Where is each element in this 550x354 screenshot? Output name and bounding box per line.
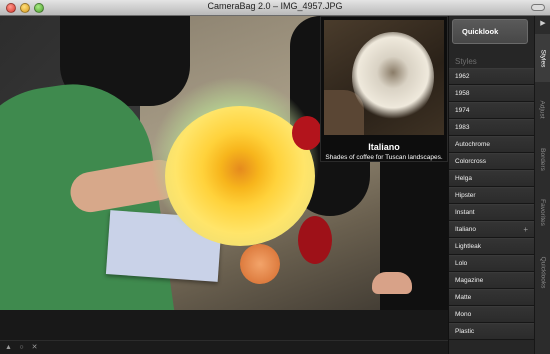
style-item[interactable]: Colorcross — [449, 153, 534, 170]
style-item-label: Helga — [455, 175, 472, 182]
style-preview-popover: Italiano Shades of coffee for Tuscan lan… — [320, 16, 448, 162]
tab-quicklooks[interactable]: Quicklooks — [535, 240, 550, 304]
styles-heading: Styles — [455, 57, 477, 66]
foot-shape — [372, 272, 412, 294]
style-item[interactable]: 1962 — [449, 68, 534, 85]
style-item-label: Italiano — [455, 226, 476, 233]
style-item-label: 1974 — [455, 107, 470, 114]
style-item-label: Matte — [455, 294, 472, 301]
style-item[interactable]: Mono — [449, 306, 534, 323]
style-item[interactable]: Magazine — [449, 272, 534, 289]
style-item-label: Plastic — [455, 328, 475, 335]
style-preview-name: Italiano — [368, 142, 400, 152]
style-item-label: Autochrome — [455, 141, 491, 148]
tab-favorites[interactable]: Favorites — [535, 186, 550, 238]
tab-styles[interactable]: Styles — [535, 34, 550, 82]
circle-icon[interactable]: ○ — [17, 343, 26, 352]
styles-panel: Quicklook Styles 1962 1958 1974 1983 Autochr… — [448, 16, 534, 354]
style-item[interactable]: Autochrome — [449, 136, 534, 153]
flower-shape — [240, 244, 280, 284]
style-item[interactable]: Matte — [449, 289, 534, 306]
flower-shape — [292, 116, 322, 150]
tab-adjust[interactable]: Adjust — [535, 86, 550, 132]
flower-shape — [298, 216, 332, 264]
style-item-label: Lolo — [455, 260, 468, 267]
tab-label: Favorites — [539, 198, 547, 226]
style-item[interactable]: Lolo — [449, 255, 534, 272]
style-item-label: Lightleak — [455, 243, 482, 250]
tab-borders[interactable]: Borders — [535, 134, 550, 184]
style-item-label: Colorcross — [455, 158, 487, 165]
tab-label: Quicklooks — [539, 256, 547, 288]
expand-arrow-icon[interactable]: ▶ — [538, 19, 548, 29]
window-title: CameraBag 2.0 – IMG_4957.JPG — [207, 1, 343, 11]
style-list: 1962 1958 1974 1983 Autochrome Colorcross Helg… — [449, 68, 534, 340]
style-item-label: 1962 — [455, 73, 470, 80]
style-item[interactable]: Plastic — [449, 323, 534, 340]
style-item[interactable]: Lightleak — [449, 238, 534, 255]
tab-label: Styles — [539, 49, 547, 67]
style-item-label: 1983 — [455, 124, 470, 131]
style-item[interactable]: 1974 — [449, 102, 534, 119]
style-item-label: Magazine — [455, 277, 484, 284]
style-item[interactable]: Italiano + — [449, 221, 534, 238]
quicklook-button[interactable]: Quicklook — [452, 19, 528, 44]
style-preview-description: Shades of coffee for Tuscan landscapes. — [325, 154, 443, 161]
tab-label: Borders — [539, 147, 547, 171]
style-preview-thumbnail — [324, 20, 444, 135]
style-item[interactable]: Instant — [449, 204, 534, 221]
style-item[interactable]: 1983 — [449, 119, 534, 136]
bottom-toolbar: ▲ ○ ✕ — [0, 340, 448, 354]
flower-shape — [352, 32, 434, 122]
toolbar-toggle-button[interactable] — [531, 4, 545, 11]
style-item-label: 1958 — [455, 90, 470, 97]
tab-label: Adjust — [539, 99, 547, 119]
style-item[interactable]: 1958 — [449, 85, 534, 102]
side-tabs: ▶ Styles Adjust Borders Favorites Quicklooks — [534, 16, 550, 354]
style-item-label: Mono — [455, 311, 472, 318]
triangle-up-icon[interactable]: ▲ — [4, 343, 13, 352]
style-item[interactable]: Helga — [449, 170, 534, 187]
title-bar: CameraBag 2.0 – IMG_4957.JPG — [0, 0, 550, 16]
add-favorite-icon[interactable]: + — [523, 222, 528, 238]
style-item[interactable]: Hipster — [449, 187, 534, 204]
close-icon[interactable]: ✕ — [30, 343, 39, 352]
style-item-label: Instant — [455, 209, 475, 216]
style-item-label: Hipster — [455, 192, 476, 199]
